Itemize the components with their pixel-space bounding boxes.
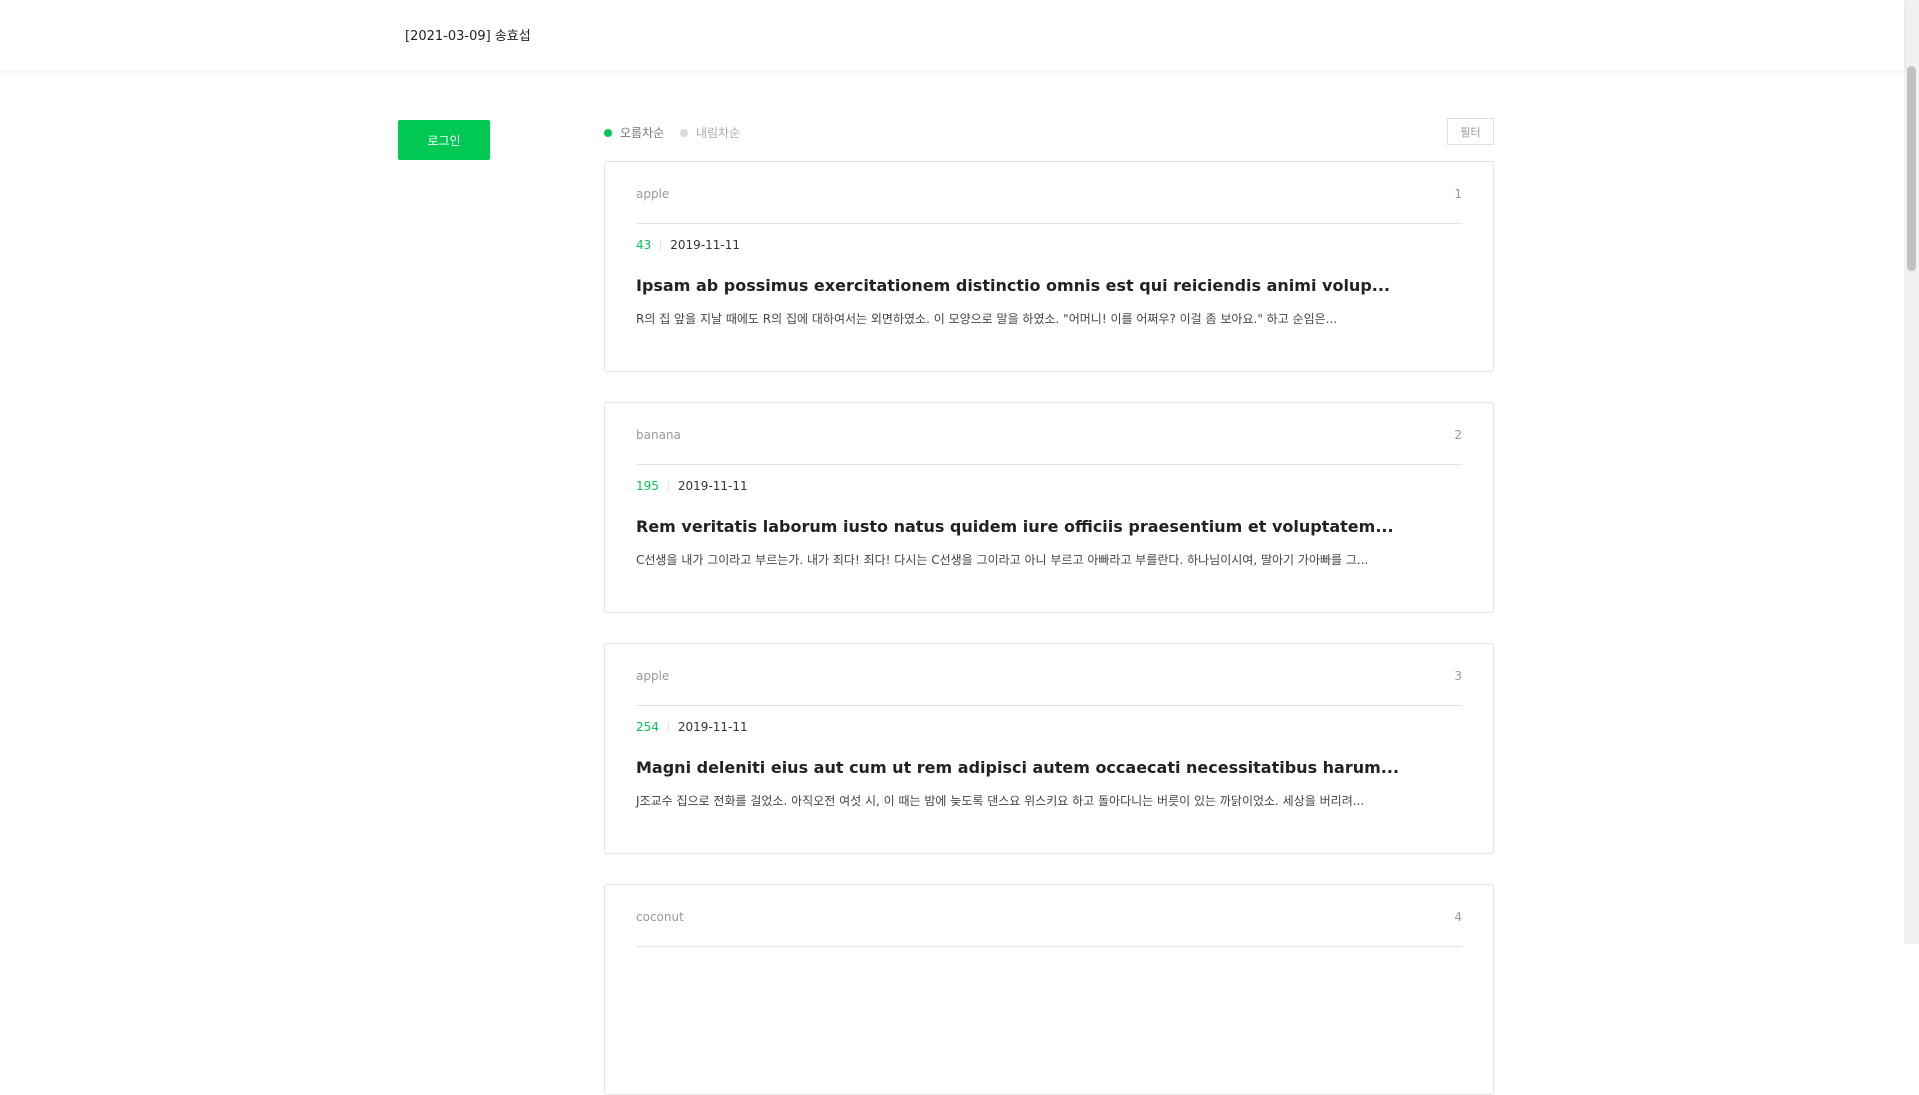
post-count: 254: [636, 720, 659, 734]
post-category: banana: [636, 428, 681, 442]
post-count: 195: [636, 479, 659, 493]
top-header: [2021-03-09] 송효섭: [0, 0, 1904, 70]
filter-button[interactable]: 필터: [1447, 118, 1494, 145]
post-title: Magni deleniti eius aut cum ut rem adipi…: [636, 758, 1400, 777]
post-excerpt: R의 집 앞을 지날 때에도 R의 집에 대하여서는 외면하였소. 이 모양으로…: [636, 312, 1338, 326]
card-header: banana 2: [636, 403, 1462, 465]
sort-ascending-option[interactable]: 오름차순: [604, 124, 664, 141]
login-button[interactable]: 로그인: [398, 120, 490, 160]
post-number: 2: [1454, 428, 1462, 442]
post-excerpt: C선생을 내가 그이라고 부르는가. 내가 죄다! 죄다! 다시는 C선생을 그…: [636, 553, 1369, 567]
post-card[interactable]: coconut 4: [604, 884, 1494, 1095]
post-meta: 43 2019-11-11: [636, 238, 740, 252]
post-title: Ipsam ab possimus exercitationem distinc…: [636, 276, 1390, 295]
post-count: 43: [636, 238, 652, 252]
post-date: 2019-11-11: [670, 238, 741, 252]
post-card[interactable]: banana 2 195 2019-11-11 Rem veritatis la…: [604, 402, 1494, 613]
post-title: Rem veritatis laborum iusto natus quidem…: [636, 517, 1394, 536]
card-header: apple 1: [636, 162, 1462, 224]
page-scrollbar[interactable]: [1904, 0, 1919, 944]
unselected-dot-icon: [680, 128, 688, 137]
meta-divider: [660, 240, 662, 250]
page-title: [2021-03-09] 송효섭: [405, 29, 531, 44]
selected-dot-icon: [604, 128, 612, 137]
scrollbar-thumb[interactable]: [1907, 66, 1916, 271]
post-category: apple: [636, 187, 670, 201]
post-number: 4: [1454, 910, 1462, 924]
sort-descending-option[interactable]: 내림차순: [680, 124, 740, 141]
post-meta: 254 2019-11-11: [636, 720, 748, 734]
post-number: 1: [1454, 187, 1462, 201]
meta-divider: [667, 722, 669, 732]
post-meta: 195 2019-11-11: [636, 479, 748, 493]
post-date: 2019-11-11: [677, 720, 748, 734]
post-card[interactable]: apple 3 254 2019-11-11 Magni deleniti ei…: [604, 643, 1494, 854]
post-card[interactable]: apple 1 43 2019-11-11 Ipsam ab possimus …: [604, 161, 1494, 372]
post-date: 2019-11-11: [677, 479, 748, 493]
post-number: 3: [1454, 669, 1462, 683]
post-category: apple: [636, 669, 670, 683]
meta-divider: [667, 481, 669, 491]
post-feed: 오름차순 내림차순 필터 apple 1 43 2019-11-11 Ipsam…: [604, 118, 1494, 1095]
sort-bar: 오름차순 내림차순 필터: [604, 118, 1494, 148]
sort-ascending-label: 오름차순: [620, 126, 665, 140]
post-excerpt: J조교수 집으로 전화를 걸었소. 아직오전 여섯 시, 이 때는 밤에 늦도록…: [636, 794, 1365, 808]
card-header: apple 3: [636, 644, 1462, 706]
card-header: coconut 4: [636, 885, 1462, 947]
post-category: coconut: [636, 910, 684, 924]
sort-descending-label: 내림차순: [696, 126, 741, 140]
sidebar: 로그인: [398, 120, 490, 160]
